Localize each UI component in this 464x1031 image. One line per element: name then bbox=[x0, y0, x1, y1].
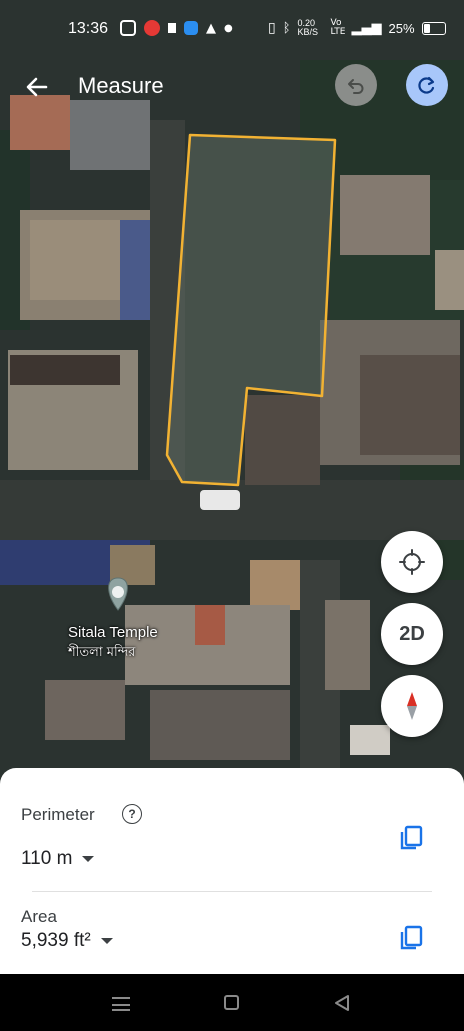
place-name-english: Sitala Temple bbox=[68, 624, 158, 641]
compass-button[interactable] bbox=[381, 675, 443, 737]
area-unit-selector[interactable]: 5,939 ft² bbox=[21, 930, 113, 952]
undo-button[interactable] bbox=[335, 64, 377, 106]
perimeter-unit-selector[interactable]: 110 m bbox=[21, 848, 95, 870]
copy-icon bbox=[400, 825, 423, 850]
status-time: 13:36 bbox=[68, 20, 109, 37]
vibrate-icon: ▯ bbox=[268, 20, 276, 36]
satellite-map[interactable] bbox=[0, 0, 464, 790]
back-button[interactable] bbox=[20, 70, 54, 104]
recents-button[interactable] bbox=[112, 995, 130, 1011]
jio-icon bbox=[144, 20, 160, 36]
network-speed: 0.20 KB/S bbox=[297, 18, 319, 37]
bluetooth-icon: ᛒ bbox=[282, 20, 291, 36]
my-location-button[interactable] bbox=[381, 531, 443, 593]
copy-area-button[interactable] bbox=[398, 924, 424, 952]
undo-icon bbox=[348, 79, 364, 94]
perimeter-label: Perimeter bbox=[21, 805, 95, 824]
place-label[interactable]: Sitala Temple শীতলা মন্দির bbox=[68, 624, 178, 664]
status-system-icons: ▯ ᛒ 0.20 KB/S Vo LTE ▂▄▆ 25% bbox=[268, 19, 446, 37]
app-icon bbox=[184, 21, 198, 35]
status-notification-icons: ▲ ● bbox=[120, 20, 233, 36]
lock-icon bbox=[168, 23, 176, 33]
help-icon: ? bbox=[128, 807, 136, 821]
warning-icon: ▲ bbox=[206, 20, 216, 36]
redo-button[interactable] bbox=[406, 64, 448, 106]
dot-icon: ● bbox=[224, 22, 233, 34]
help-button[interactable]: ? bbox=[122, 804, 142, 824]
arrow-left-icon bbox=[26, 77, 48, 97]
menu-icon bbox=[112, 997, 130, 1006]
battery-icon bbox=[421, 21, 446, 35]
area-value: 5,939 ft² bbox=[21, 930, 91, 951]
volte-icon: Vo LTE bbox=[330, 18, 346, 37]
area-label: Area bbox=[21, 907, 57, 926]
copy-perimeter-button[interactable] bbox=[398, 824, 424, 852]
page-title: Measure bbox=[78, 73, 164, 98]
status-bar: 13:36 ▲ ● ▯ ᛒ 0.20 KB/S Vo LTE ▂▄▆ 25% bbox=[0, 0, 464, 60]
view-mode-button[interactable]: 2D bbox=[381, 603, 443, 665]
copy-icon bbox=[400, 925, 423, 950]
redo-icon bbox=[418, 76, 435, 94]
perimeter-value: 110 m bbox=[21, 848, 73, 869]
home-button[interactable] bbox=[224, 995, 239, 1010]
crosshair-icon bbox=[399, 549, 425, 575]
battery-percent: 25% bbox=[388, 20, 415, 36]
view-mode-label: 2D bbox=[399, 622, 425, 645]
place-name-bengali: শীতলা মন্দির bbox=[68, 645, 136, 660]
chevron-down-icon bbox=[100, 938, 113, 944]
signal-icon: ▂▄▆ bbox=[351, 20, 382, 36]
measurement-sheet: Perimeter ? 110 m Area 5,939 ft² bbox=[0, 768, 464, 974]
instagram-icon bbox=[120, 20, 136, 36]
chevron-down-icon bbox=[82, 856, 95, 862]
triangle-back-icon bbox=[335, 995, 349, 1011]
system-nav-bar bbox=[0, 974, 464, 1031]
back-nav-button[interactable] bbox=[334, 994, 350, 1012]
compass-icon bbox=[407, 692, 417, 720]
divider bbox=[32, 891, 432, 892]
